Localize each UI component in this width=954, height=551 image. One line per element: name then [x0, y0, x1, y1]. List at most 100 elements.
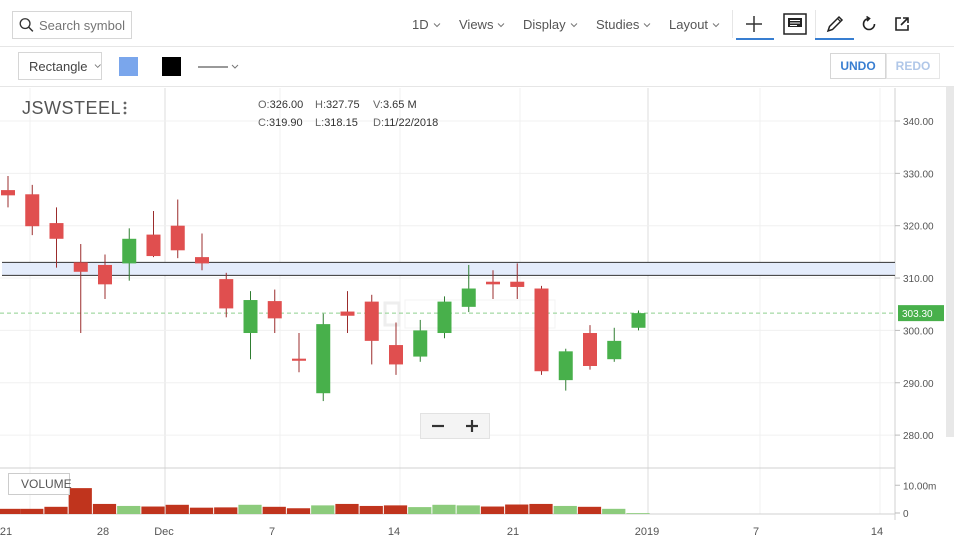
- layout-dropdown[interactable]: Layout: [669, 17, 720, 32]
- search-input[interactable]: [39, 17, 131, 33]
- views-dropdown[interactable]: Views: [459, 17, 505, 32]
- volume-bar: [92, 503, 117, 514]
- symbol-search[interactable]: [12, 11, 132, 39]
- studies-label: Studies: [596, 17, 640, 32]
- candle-body: [122, 238, 137, 264]
- time-tick-label: 21: [0, 526, 12, 538]
- volume-bar: [359, 505, 383, 514]
- crosshair-button[interactable]: [740, 10, 768, 38]
- chart-scrollbar[interactable]: [946, 87, 954, 437]
- volume-bar: [286, 508, 311, 514]
- shape-select[interactable]: Rectangle: [18, 52, 102, 80]
- candle-body: [195, 257, 209, 264]
- candle: [316, 313, 331, 402]
- volume-tick-label: 0: [903, 509, 909, 520]
- interval-dropdown[interactable]: 1D: [412, 17, 441, 32]
- volume-bar: [20, 508, 44, 514]
- ohlc-close-label: C:: [258, 117, 269, 129]
- price-chart[interactable]: 340.00 330.00 320.00 310.00 300.00 290.00 280.…: [0, 87, 954, 551]
- ohlc-volume-value: 3.65 M: [383, 99, 417, 111]
- chevron-down-icon: [94, 64, 101, 69]
- drawing-toolbar: Rectangle UNDO REDO: [0, 47, 954, 87]
- price-tick-label: 280.00: [903, 431, 934, 442]
- popout-button[interactable]: [888, 10, 916, 38]
- ohlc-low-value: 318.15: [324, 117, 358, 129]
- volume-bar: [189, 507, 214, 514]
- time-tick-label: 7: [269, 526, 275, 538]
- candle-body: [461, 288, 476, 307]
- search-icon: [19, 18, 34, 32]
- more-options-icon[interactable]: [122, 100, 128, 116]
- ohlc-close-value: 319.90: [269, 117, 303, 129]
- ohlc-date-label: D:: [373, 117, 384, 129]
- time-tick-label: 2019: [635, 526, 659, 538]
- redo-button[interactable]: REDO: [886, 53, 940, 79]
- volume-bar: [577, 506, 602, 514]
- ohlc-open-value: 326.00: [269, 99, 304, 111]
- candle-body: [413, 330, 428, 357]
- crosshair-icon: [746, 16, 762, 32]
- candle-body: [631, 313, 646, 328]
- volume-bar: [141, 506, 165, 514]
- candle: [631, 310, 646, 331]
- ohlc-open: O:326.00: [258, 99, 303, 111]
- draw-active-indicator: [815, 38, 854, 40]
- ohlc-date: D:11/22/2018: [373, 117, 438, 129]
- line-style-select[interactable]: [196, 57, 244, 76]
- ohlc-low: L:318.15: [315, 117, 358, 129]
- volume-bar: [335, 503, 359, 514]
- volume-bar: [626, 513, 650, 514]
- toolbar-divider: [732, 10, 733, 38]
- candle-body: [583, 333, 597, 366]
- interval-label: 1D: [412, 17, 429, 32]
- price-tick-label: 290.00: [903, 379, 934, 390]
- display-label: Display: [523, 17, 566, 32]
- volume-bar: [383, 505, 408, 514]
- views-label: Views: [459, 17, 494, 32]
- volume-bar: [408, 507, 432, 514]
- candle-body: [1, 190, 15, 196]
- candle: [437, 296, 452, 339]
- zoom-in-button[interactable]: [455, 413, 489, 439]
- candle-body: [340, 311, 355, 316]
- ohlc-low-label: L:: [315, 117, 325, 129]
- chevron-down-icon: [498, 22, 505, 27]
- candle-body: [267, 301, 282, 319]
- stroke-color-swatch[interactable]: [162, 57, 181, 76]
- toolbar-divider: [815, 10, 816, 38]
- rectangle-drawing: [2, 261, 895, 276]
- last-price-label: 303.30: [902, 309, 933, 320]
- minus-icon: [432, 424, 444, 428]
- zoom-out-button[interactable]: [421, 413, 455, 439]
- fill-color-swatch[interactable]: [119, 57, 138, 76]
- reset-button[interactable]: [855, 10, 883, 38]
- info-panel-button[interactable]: [781, 10, 809, 38]
- ohlc-date-value: 11/22/2018: [384, 117, 439, 129]
- price-tick-label: 320.00: [903, 222, 934, 233]
- time-tick-label: Dec: [154, 526, 174, 538]
- external-link-icon: [895, 17, 909, 31]
- ohlc-open-label: O:: [258, 99, 270, 111]
- draw-tool-button[interactable]: [821, 10, 849, 38]
- candle-body: [607, 340, 622, 360]
- layout-label: Layout: [669, 17, 709, 32]
- volume-bar: [529, 503, 553, 514]
- ohlc-volume-label: V:: [373, 99, 383, 111]
- volume-bar: [44, 506, 68, 514]
- undo-button[interactable]: UNDO: [830, 53, 886, 79]
- candle-body: [316, 324, 331, 394]
- top-toolbar: 1D Views Display Studies Layout: [0, 0, 954, 47]
- display-dropdown[interactable]: Display: [523, 17, 578, 32]
- volume-bar: [480, 506, 505, 514]
- candle-body: [73, 262, 88, 272]
- candle-body: [292, 358, 306, 361]
- volume-bar: [505, 504, 529, 514]
- volume-bar: [117, 505, 141, 514]
- time-tick-label: 21: [507, 526, 519, 538]
- info-panel-icon: [783, 13, 807, 35]
- studies-dropdown[interactable]: Studies: [596, 17, 651, 32]
- time-tick-label: 7: [753, 526, 759, 538]
- volume-bar: [68, 488, 92, 514]
- refresh-icon: [862, 15, 876, 31]
- candle-body: [219, 279, 234, 309]
